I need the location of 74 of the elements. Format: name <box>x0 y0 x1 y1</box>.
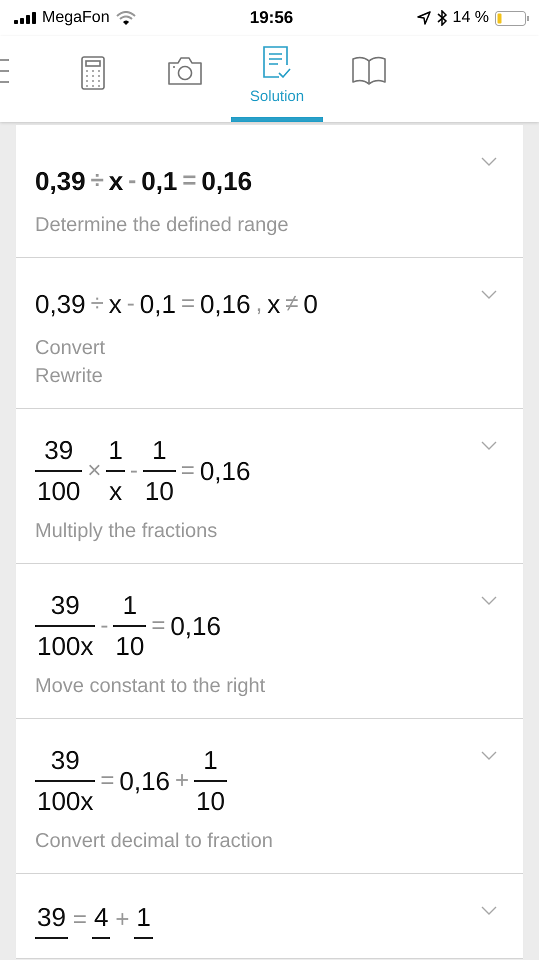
bluetooth-icon <box>436 10 447 26</box>
step-description: Rewrite <box>35 364 104 389</box>
math-term: 0,39 <box>35 288 86 320</box>
fraction-numerator: 1 <box>135 902 152 934</box>
fraction-denominator: 100x <box>36 630 94 662</box>
fraction-numerator: 1 <box>151 435 168 467</box>
math-operator: = <box>150 612 166 640</box>
calculator-icon <box>81 56 105 90</box>
math-operator: - <box>128 457 139 485</box>
solution-step-card[interactable]: 39 = 4 + 1 <box>16 874 523 959</box>
chevron-down-icon <box>481 290 497 299</box>
signal-icon <box>14 12 36 24</box>
math-operator: ÷ <box>90 290 105 318</box>
fraction-numerator: 4 <box>92 902 110 934</box>
wifi-icon <box>116 11 136 25</box>
chevron-down-icon <box>481 596 497 605</box>
math-operator: - <box>126 290 136 318</box>
fraction-denominator: 100x <box>36 785 94 817</box>
fraction-denominator: 100 <box>36 475 82 507</box>
fraction-numerator: 1 <box>122 590 138 622</box>
math-operator: = <box>180 457 196 485</box>
book-icon <box>352 56 386 86</box>
chevron-down-icon <box>481 906 497 915</box>
math-term: 0,1 <box>141 166 178 196</box>
fraction-denominator: 10 <box>114 630 146 662</box>
step-description: Multiply the fractions <box>35 519 218 544</box>
math-operator: , <box>254 290 264 318</box>
fraction-numerator: 39 <box>43 435 74 467</box>
fraction-numerator: 1 <box>202 745 219 777</box>
fraction-denominator: 10 <box>195 785 226 817</box>
fraction-numerator: 39 <box>36 902 67 934</box>
math-term: x <box>108 288 122 320</box>
math-operator: + <box>174 767 190 795</box>
math-operator: ÷ <box>90 167 105 195</box>
solution-step-card[interactable]: 0,39 ÷ x - 0,1 = 0,16 , x ≠ 0 Convert Rewrite <box>16 258 523 409</box>
battery-icon <box>495 10 530 26</box>
math-term: 0,16 <box>170 610 221 642</box>
solution-step-card[interactable]: 0,39 ÷ x - 0,1 = 0,16 Determine the defined range <box>16 125 523 258</box>
math-term: 0,39 <box>35 166 86 196</box>
math-operator: + <box>114 906 130 934</box>
math-operator: = <box>99 767 116 795</box>
fraction-numerator: 1 <box>107 435 124 467</box>
math-term: 0,16 <box>119 766 170 796</box>
location-arrow-icon <box>416 11 431 25</box>
math-term: 0,16 <box>201 166 252 196</box>
math-operator: × <box>86 457 102 485</box>
math-term: 0,1 <box>140 288 176 320</box>
math-term: 0,16 <box>200 288 251 320</box>
math-operator: = <box>72 906 88 934</box>
math-term: 0 <box>303 288 318 320</box>
chevron-down-icon <box>481 751 497 760</box>
math-operator: = <box>181 167 198 195</box>
math-operator: - <box>127 167 138 195</box>
camera-icon <box>167 56 203 86</box>
math-operator: - <box>99 612 110 640</box>
step-description: Determine the defined range <box>35 213 290 238</box>
step-description: Convert <box>35 336 106 361</box>
fraction-numerator: 39 <box>50 590 81 622</box>
fraction-numerator: 39 <box>50 745 81 777</box>
math-operator: ≠ <box>284 290 300 318</box>
document-check-icon <box>262 46 292 80</box>
math-term: 0,16 <box>200 456 250 486</box>
math-operator: = <box>180 290 196 318</box>
math-term: x <box>267 288 280 320</box>
step-description: Move constant to the right <box>35 674 266 699</box>
math-term: x <box>108 166 124 196</box>
fraction-denominator: x <box>108 475 124 507</box>
fraction-denominator: 10 <box>144 475 175 507</box>
chevron-down-icon <box>481 441 497 450</box>
battery-percentage: 14 % <box>452 9 490 27</box>
clock-time: 19:56 <box>248 8 294 28</box>
step-description: Convert decimal to fraction <box>35 829 274 854</box>
chevron-down-icon <box>481 157 497 166</box>
carrier-name: MegaFon <box>42 9 110 27</box>
